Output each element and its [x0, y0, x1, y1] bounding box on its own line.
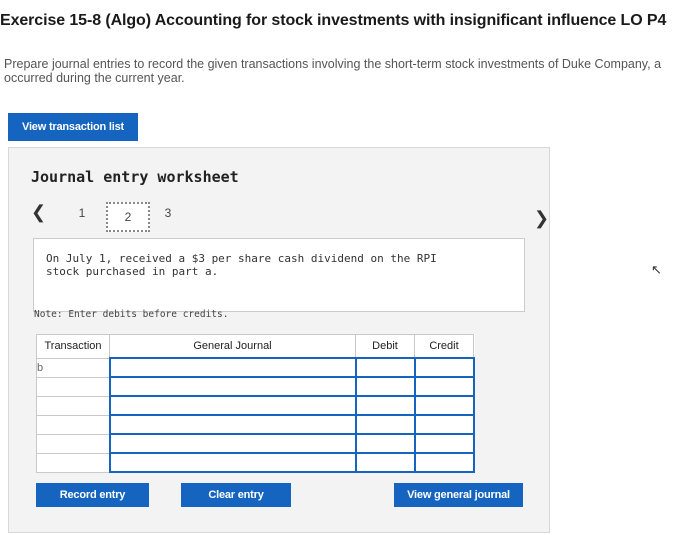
record-entry-button[interactable]: Record entry — [36, 483, 149, 507]
table-row — [36, 395, 475, 416]
credit-input[interactable] — [413, 452, 475, 473]
transaction-cell — [36, 433, 110, 454]
credit-input[interactable] — [413, 357, 475, 378]
view-general-journal-button[interactable]: View general journal — [394, 483, 523, 507]
account-input[interactable] — [108, 452, 357, 473]
table-row — [36, 433, 475, 454]
table-row — [36, 452, 475, 473]
journal-entry-worksheet-panel: Journal entry worksheet ❮ 1 2 3 ❯ On Jul… — [8, 147, 550, 533]
table-row — [36, 376, 475, 397]
debit-input[interactable] — [354, 452, 416, 473]
account-input[interactable] — [108, 433, 357, 454]
instructions-line-2: occurred during the current year. — [4, 71, 185, 85]
table-row — [36, 414, 475, 435]
transaction-cell — [36, 452, 110, 473]
transaction-cell — [36, 414, 110, 435]
credit-input[interactable] — [413, 414, 475, 435]
instructions-text: Prepare journal entries to record the gi… — [4, 57, 700, 85]
chevron-left-icon[interactable]: ❮ — [31, 202, 46, 223]
account-input[interactable] — [108, 414, 357, 435]
view-transaction-list-button[interactable]: View transaction list — [8, 113, 138, 141]
debit-credit-note: Note: Enter debits before credits. — [34, 309, 229, 320]
clear-entry-button[interactable]: Clear entry — [181, 483, 291, 507]
worksheet-title: Journal entry worksheet — [31, 168, 239, 186]
header-transaction: Transaction — [36, 334, 110, 359]
header-general-journal: General Journal — [109, 334, 356, 359]
account-input[interactable] — [108, 357, 357, 378]
page-tab-1[interactable]: 1 — [73, 203, 91, 223]
transaction-description-box: On July 1, received a $3 per share cash … — [33, 238, 525, 312]
credit-input[interactable] — [413, 395, 475, 416]
transaction-cell — [36, 376, 110, 397]
instructions-line-1: Prepare journal entries to record the gi… — [4, 57, 662, 71]
transaction-cell: b — [36, 357, 110, 378]
page-tab-2[interactable]: 2 — [106, 202, 150, 232]
credit-input[interactable] — [413, 376, 475, 397]
transaction-cell — [36, 395, 110, 416]
account-input[interactable] — [108, 395, 357, 416]
header-credit: Credit — [414, 334, 474, 359]
account-input[interactable] — [108, 376, 357, 397]
chevron-right-icon[interactable]: ❯ — [534, 208, 549, 229]
debit-input[interactable] — [354, 433, 416, 454]
table-row: b — [36, 357, 475, 378]
journal-header-row: Transaction General Journal Debit Credit — [36, 334, 474, 359]
header-debit: Debit — [355, 334, 415, 359]
debit-input[interactable] — [354, 395, 416, 416]
exercise-title: Exercise 15-8 (Algo) Accounting for stoc… — [0, 12, 667, 29]
debit-input[interactable] — [354, 414, 416, 435]
journal-table: Transaction General Journal Debit Credit… — [36, 334, 475, 473]
debit-input[interactable] — [354, 357, 416, 378]
transaction-description: On July 1, received a $3 per share cash … — [46, 252, 437, 278]
debit-input[interactable] — [354, 376, 416, 397]
credit-input[interactable] — [413, 433, 475, 454]
mouse-pointer-icon: ↖ — [651, 262, 662, 277]
page-tab-3[interactable]: 3 — [159, 203, 177, 223]
